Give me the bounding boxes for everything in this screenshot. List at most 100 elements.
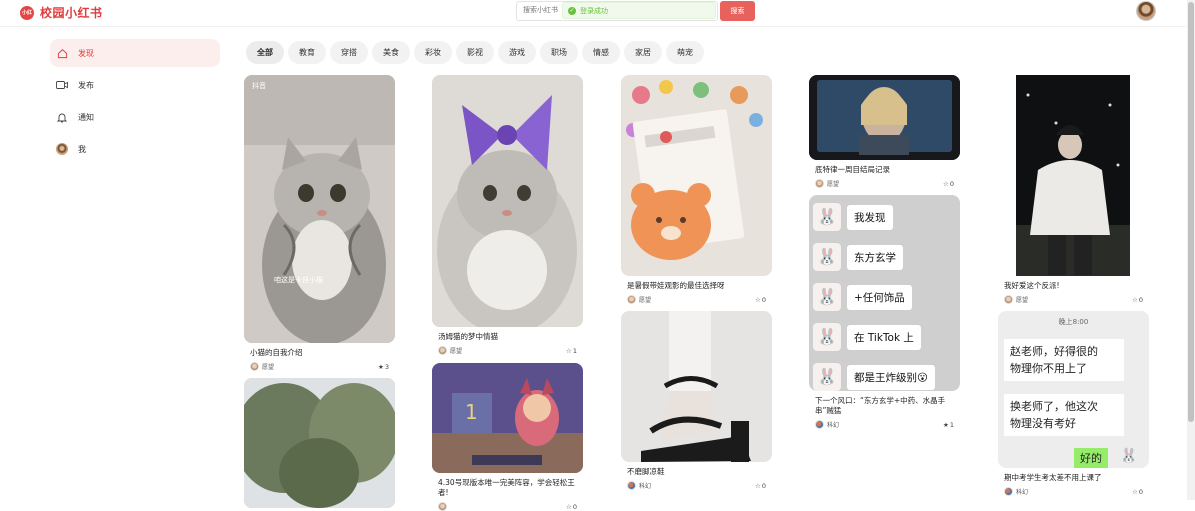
note-card[interactable]: 🐰 我发现 🐰 东方玄学 🐰 +任何饰品 🐰 在 TikTok 上 🐰 都是王炸… [809, 195, 960, 429]
note-card[interactable] [244, 378, 395, 508]
star-filled-icon: ★ [943, 420, 949, 429]
like-count: 0 [761, 481, 766, 490]
chat-line: 赵老师，好得很的 [1010, 345, 1098, 358]
note-card[interactable]: 不磨脚凉鞋 科幻 ☆ 0 [621, 311, 772, 490]
bell-icon [56, 111, 68, 123]
sidebar-item-notifications[interactable]: 通知 [50, 103, 220, 131]
note-image[interactable]: 🐰 我发现 🐰 东方玄学 🐰 +任何饰品 🐰 在 TikTok 上 🐰 都是王炸… [809, 195, 960, 391]
scrollbar-thumb[interactable] [1188, 2, 1194, 422]
bubble-text: +任何饰品 [847, 284, 912, 310]
note-card[interactable]: 我好爱这个反派! 愿望 ☆ 0 [998, 75, 1149, 304]
note-title[interactable]: 期中考学生考太差不用上课了 [1004, 473, 1143, 483]
user-avatar[interactable] [1136, 1, 1156, 21]
tab-outfit[interactable]: 穿搭 [330, 41, 368, 64]
check-circle-icon: ✓ [568, 6, 576, 15]
avatar [438, 502, 447, 511]
note-title[interactable]: 小猫的自我介绍 [250, 348, 389, 358]
bunny-sticker-icon: 🐰 [813, 203, 841, 231]
note-title[interactable]: 汤姆猫的梦中情猫 [438, 332, 577, 342]
tab-games[interactable]: 游戏 [498, 41, 536, 64]
like-button[interactable]: ★ 3 [378, 363, 389, 371]
like-button[interactable]: ☆ 0 [1132, 488, 1143, 496]
like-button[interactable]: ☆ 0 [943, 180, 954, 188]
star-filled-icon: ★ [378, 362, 384, 371]
tab-home[interactable]: 家居 [624, 41, 662, 64]
star-outline-icon: ☆ [566, 502, 572, 511]
author[interactable]: 愿望 [815, 179, 839, 188]
note-card[interactable]: 是暑假带娃观影的最佳选择呀 愿望 ☆ 0 [621, 75, 772, 304]
tab-food[interactable]: 美食 [372, 41, 410, 64]
note-card[interactable]: 抖音 咱这是卡自小猫 小猫的自我介绍 愿望 ★ 3 [244, 75, 395, 371]
star-outline-icon: ☆ [1132, 295, 1138, 304]
chat-bubble-reply: 好的 [1074, 448, 1108, 468]
cat-with-bow-photo [432, 75, 583, 327]
note-image[interactable] [998, 75, 1149, 276]
like-count: 3 [384, 362, 389, 371]
note-title[interactable]: 4.30号现版本唯一完美阵容，学会轻松王者! [438, 478, 577, 498]
note-image[interactable] [809, 75, 960, 160]
note-title[interactable]: 底特律一周目结局记录 [815, 165, 954, 175]
avatar [815, 420, 824, 429]
like-button[interactable]: ★ 1 [943, 421, 954, 429]
bubble-row: 🐰 东方玄学 [813, 243, 935, 271]
note-image[interactable]: 抖音 咱这是卡自小猫 [244, 75, 395, 343]
like-button[interactable]: ☆ 0 [1132, 296, 1143, 304]
author[interactable]: 科幻 [627, 481, 651, 490]
star-outline-icon: ☆ [1132, 487, 1138, 496]
night-portrait-photo [998, 75, 1149, 276]
author[interactable]: 愿望 [1004, 295, 1028, 304]
chat-bubble: 换老师了，他这次 物理没有考好 [1004, 394, 1124, 436]
author-name: 愿望 [827, 181, 840, 188]
tab-movies[interactable]: 影视 [456, 41, 494, 64]
note-image[interactable] [621, 75, 772, 276]
author-name: 愿望 [639, 297, 652, 304]
search-button[interactable]: 搜索 [720, 1, 755, 21]
author[interactable]: 愿望 [627, 295, 651, 304]
sidebar-item-discover[interactable]: 发现 [50, 39, 220, 67]
note-image[interactable] [432, 75, 583, 327]
tab-emotion[interactable]: 情感 [582, 41, 620, 64]
tab-career[interactable]: 职场 [540, 41, 578, 64]
note-title[interactable]: 我好爱这个反派! [1004, 281, 1143, 291]
sidebar-item-me[interactable]: 我 [50, 135, 220, 163]
logo[interactable]: 小红书 校园小红书 [20, 4, 103, 30]
avatar [627, 295, 636, 304]
toast-message: 登录成功 [580, 6, 608, 15]
note-image[interactable] [621, 311, 772, 462]
note-title[interactable]: 不磨脚凉鞋 [627, 467, 766, 477]
note-card[interactable]: 1 4.30号现版本唯一完美阵容，学会轻松王者! ☆ 0 [432, 363, 583, 511]
svg-text:1: 1 [465, 400, 478, 424]
chat-bubble: 赵老师，好得很的 物理你不用上了 [1004, 339, 1124, 381]
tab-all[interactable]: 全部 [246, 41, 284, 64]
note-card[interactable]: 底特律一周目结局记录 愿望 ☆ 0 [809, 75, 960, 188]
like-button[interactable]: ☆ 0 [755, 296, 766, 304]
tab-pets[interactable]: 萌宠 [666, 41, 704, 64]
sidebar: 发现 发布 通知 我 [50, 39, 220, 167]
like-button[interactable]: ☆ 0 [755, 482, 766, 490]
note-meta: 科幻 ☆ 0 [1004, 487, 1143, 496]
note-image[interactable]: 1 [432, 363, 583, 473]
tab-makeup[interactable]: 彩妆 [414, 41, 452, 64]
note-card[interactable]: 晚上8:00 赵老师，好得很的 物理你不用上了 换老师了，他这次 物理没有考好 … [998, 311, 1149, 496]
note-image[interactable]: 晚上8:00 赵老师，好得很的 物理你不用上了 换老师了，他这次 物理没有考好 … [998, 311, 1149, 468]
author[interactable]: 愿望 [250, 362, 274, 371]
like-button[interactable]: ☆ 0 [566, 503, 577, 511]
bubble-text: 我发现 [847, 204, 893, 230]
note-image[interactable] [244, 378, 395, 508]
author-name: 愿望 [450, 348, 463, 355]
author[interactable]: 科幻 [815, 420, 839, 429]
author[interactable]: 愿望 [438, 346, 462, 355]
author[interactable] [438, 502, 447, 511]
like-count: 0 [1138, 295, 1143, 304]
like-button[interactable]: ☆ 1 [566, 347, 577, 355]
note-title[interactable]: 是暑假带娃观影的最佳选择呀 [627, 281, 766, 291]
note-meta: 愿望 ☆ 1 [438, 346, 577, 355]
chat-avatar-icon: 🐰 [1120, 448, 1138, 464]
sidebar-item-publish[interactable]: 发布 [50, 71, 220, 99]
note-card[interactable]: 汤姆猫的梦中情猫 愿望 ☆ 1 [432, 75, 583, 355]
tab-education[interactable]: 教育 [288, 41, 326, 64]
author[interactable]: 科幻 [1004, 487, 1028, 496]
chat-line: 换老师了，他这次 [1010, 400, 1098, 413]
note-title[interactable]: 下一个风口：“东方玄学+中药、水晶手串”贼猛 [815, 396, 954, 416]
sidebar-item-label: 发布 [78, 80, 94, 90]
